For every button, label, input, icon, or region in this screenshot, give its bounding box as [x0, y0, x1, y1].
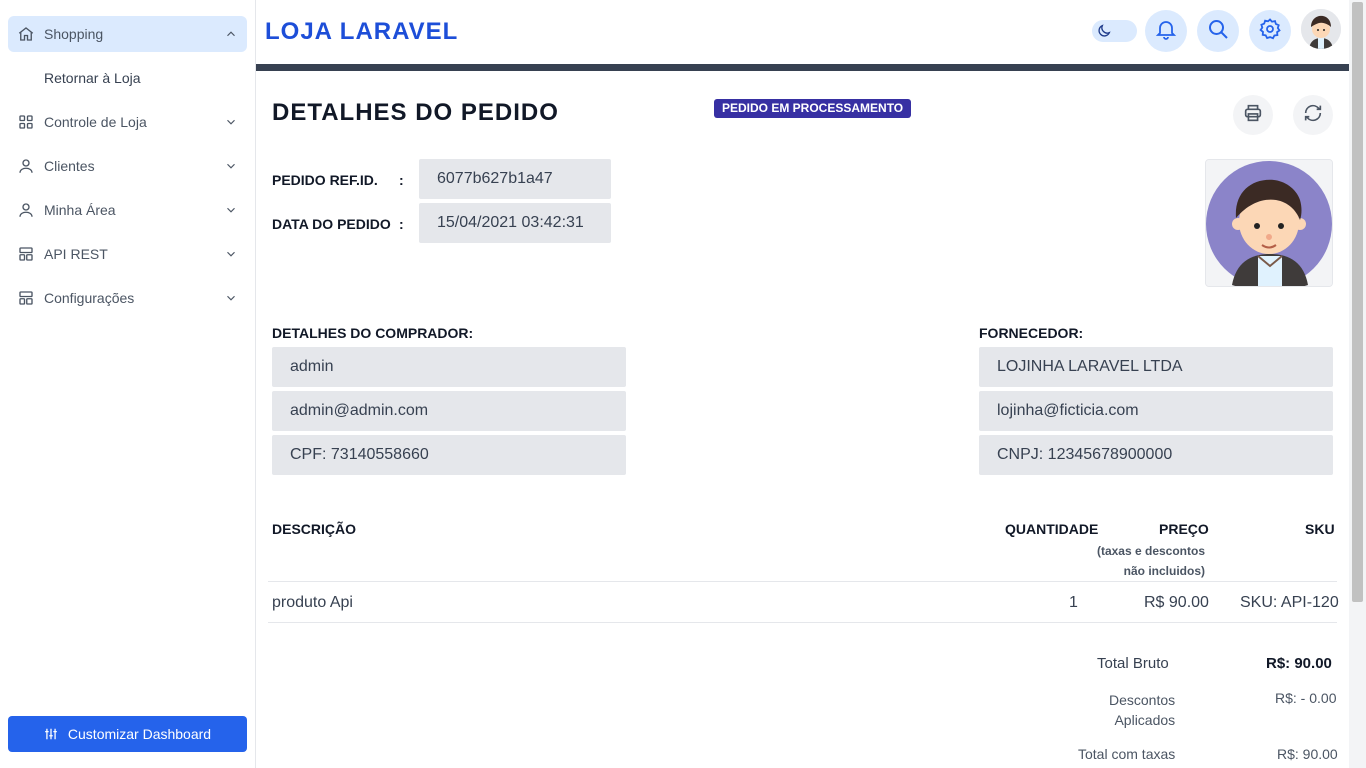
- row-sku: SKU: API-120: [1240, 594, 1339, 611]
- user-icon: [16, 156, 36, 176]
- scrollbar-thumb[interactable]: [1352, 2, 1363, 602]
- discount-value: R$: - 0.00: [1275, 690, 1337, 706]
- settings-button[interactable]: [1249, 10, 1291, 52]
- search-button[interactable]: [1197, 10, 1239, 52]
- price-note-line-1: (taxas e descontos: [1096, 544, 1205, 558]
- chevron-down-icon: [223, 202, 239, 218]
- sidebar-item-settings[interactable]: Configurações: [8, 280, 247, 316]
- buyer-email-field: admin@admin.com: [272, 391, 626, 431]
- order-date-label: DATA DO PEDIDO: [272, 216, 391, 232]
- chevron-up-icon: [223, 26, 239, 42]
- chevron-down-icon: [223, 246, 239, 262]
- sliders-icon: [44, 727, 58, 741]
- sidebar-item-label: Clientes: [44, 158, 95, 174]
- table-divider: [268, 622, 1337, 623]
- customize-dashboard-label: Customizar Dashboard: [67, 726, 212, 742]
- gear-icon: [1258, 17, 1282, 46]
- printer-icon: [1242, 102, 1264, 129]
- sidebar: Shopping Retornar à Loja Controle de Loj…: [0, 0, 256, 768]
- sidebar-item-label: Shopping: [44, 26, 104, 42]
- gross-total-label: Total Bruto: [1097, 655, 1169, 672]
- gross-total-value: R$: 90.00: [1266, 655, 1332, 672]
- sidebar-subitem-return-store[interactable]: Retornar à Loja: [44, 68, 141, 88]
- grid-icon: [16, 112, 36, 132]
- notifications-button[interactable]: [1145, 10, 1187, 52]
- supplier-cnpj-field: CNPJ: 12345678900000: [979, 435, 1333, 475]
- column-header-price: PREÇO: [1159, 521, 1209, 537]
- refresh-icon: [1302, 102, 1324, 129]
- price-note: (taxas e descontos não incluidos): [1097, 541, 1205, 581]
- sidebar-item-clients[interactable]: Clientes: [8, 148, 247, 184]
- buyer-name-field: admin: [272, 347, 626, 387]
- sidebar-item-store-control[interactable]: Controle de Loja: [8, 104, 247, 140]
- sidebar-item-api-rest[interactable]: API REST: [8, 236, 247, 272]
- chevron-down-icon: [223, 114, 239, 130]
- column-header-quantity: QUANTIDADE: [1005, 521, 1099, 537]
- main-content: DETALHES DO PEDIDO PEDIDO EM PROCESSAMEN…: [256, 71, 1349, 768]
- sidebar-item-shopping[interactable]: Shopping: [8, 16, 247, 52]
- print-button[interactable]: [1233, 95, 1273, 135]
- chevron-down-icon: [223, 158, 239, 174]
- user-avatar[interactable]: [1301, 9, 1341, 49]
- order-ref-label: PEDIDO REF.ID.: [272, 172, 378, 188]
- bell-icon: [1154, 17, 1178, 46]
- sidebar-item-label: API REST: [44, 246, 108, 262]
- customer-avatar: [1205, 159, 1333, 287]
- buyer-section-label: DETALHES DO COMPRADOR:: [272, 325, 474, 341]
- row-price: R$ 90.00: [1144, 594, 1209, 611]
- search-icon: [1206, 17, 1230, 46]
- buyer-cpf-field: CPF: 73140558660: [272, 435, 626, 475]
- order-date-field: 15/04/2021 03:42:31: [419, 203, 611, 243]
- user-icon: [16, 200, 36, 220]
- dark-mode-toggle[interactable]: [1092, 20, 1137, 42]
- status-badge: PEDIDO EM PROCESSAMENTO: [714, 99, 912, 118]
- sidebar-item-label: Configurações: [44, 290, 135, 306]
- discount-label-line-2: Aplicados: [1114, 712, 1176, 728]
- order-ref-field: 6077b627b1a47: [419, 159, 611, 199]
- discount-label-line-1: Descontos: [1109, 692, 1176, 708]
- home-icon: [16, 24, 36, 44]
- column-header-description: DESCRIÇÃO: [272, 521, 357, 537]
- row-description: produto Api: [272, 594, 353, 611]
- page-title: DETALHES DO PEDIDO: [272, 99, 559, 126]
- sidebar-item-my-area[interactable]: Minha Área: [8, 192, 247, 228]
- order-date-colon: :: [399, 216, 404, 232]
- sidebar-item-label: Controle de Loja: [44, 114, 147, 130]
- total-with-tax-label: Total com taxas: [1078, 746, 1176, 762]
- moon-icon: [1094, 21, 1114, 41]
- brand-title[interactable]: LOJA LARAVEL: [265, 18, 458, 46]
- layout-icon: [16, 244, 36, 264]
- row-quantity: 1: [1069, 594, 1078, 611]
- table-divider: [268, 581, 1337, 582]
- total-with-tax-value: R$: 90.00: [1277, 746, 1338, 762]
- refresh-button[interactable]: [1293, 95, 1333, 135]
- supplier-name-field: LOJINHA LARAVEL LTDA: [979, 347, 1333, 387]
- supplier-email-field: lojinha@ficticia.com: [979, 391, 1333, 431]
- chevron-down-icon: [223, 290, 239, 306]
- supplier-section-label: FORNECEDOR:: [979, 325, 1084, 341]
- column-header-sku: SKU: [1305, 521, 1335, 537]
- layout-icon: [16, 288, 36, 308]
- discount-label: Descontos Aplicados: [1109, 690, 1175, 730]
- price-note-line-2: não incluidos): [1123, 564, 1205, 578]
- sidebar-item-label: Minha Área: [44, 202, 116, 218]
- header-divider: [256, 64, 1349, 71]
- order-ref-colon: :: [399, 172, 404, 188]
- customize-dashboard-button[interactable]: Customizar Dashboard: [8, 716, 247, 752]
- top-header: LOJA LARAVEL: [256, 0, 1349, 64]
